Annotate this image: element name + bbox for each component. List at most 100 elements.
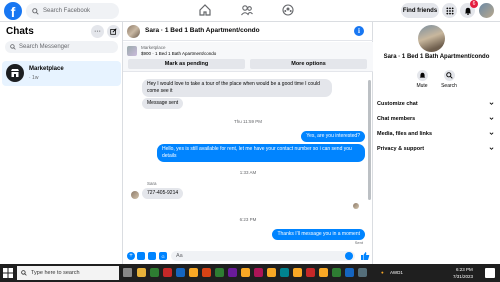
seen-avatar (353, 203, 359, 209)
incoming-message[interactable]: Hey I would love to take a tour of the p… (142, 79, 332, 97)
gif-icon[interactable]: G (159, 252, 167, 260)
message-status: Sent (354, 240, 363, 245)
chat-members-row[interactable]: Chat members (377, 113, 496, 125)
clock-time[interactable]: 6:23 PM (456, 267, 473, 272)
taskbar-search-placeholder: Type here to search (31, 270, 80, 276)
listing-label: Marketplace (141, 45, 166, 50)
facebook-search-input[interactable]: Search Facebook (26, 3, 119, 19)
task-view-icon[interactable] (123, 268, 132, 277)
row-label: Customize chat (377, 101, 418, 107)
taskbar-app-icon[interactable] (280, 268, 289, 277)
find-friends-button[interactable]: Find friends (401, 3, 439, 18)
new-message-button[interactable] (107, 25, 120, 38)
chats-title: Chats (6, 26, 34, 37)
message-thread: Hey I would love to take a tour of the p… (123, 73, 373, 247)
image-icon[interactable] (137, 252, 145, 260)
chrome-icon[interactable] (293, 268, 302, 277)
top-bar: f Search Facebook Find friends 6 (0, 0, 500, 22)
taskbar-search-input[interactable]: Type here to search (17, 266, 119, 280)
chrome-icon[interactable] (189, 268, 198, 277)
plus-icon[interactable]: + (127, 252, 135, 260)
chrome-icon[interactable] (241, 268, 250, 277)
search-label: Search (441, 83, 457, 89)
row-label: Privacy & support (377, 146, 425, 152)
media-files-links-row[interactable]: Media, files and links (377, 128, 496, 140)
taskbar-app-icon[interactable] (254, 268, 263, 277)
chat-timestamp: · 1w (29, 75, 39, 81)
menu-button[interactable] (442, 3, 457, 18)
taskbar-app-icon[interactable] (332, 268, 341, 277)
chats-panel: Chats ··· Search Messenger Marketplace ·… (0, 22, 123, 264)
thread-scrollbar[interactable] (368, 80, 371, 200)
messenger-search-input[interactable]: Search Messenger (5, 41, 118, 53)
message-input[interactable]: Aa (171, 251, 355, 261)
more-options-button[interactable]: More options (250, 59, 367, 69)
windows-start-icon[interactable] (3, 268, 13, 278)
more-icon: ··· (94, 28, 101, 35)
emoji-icon[interactable] (345, 252, 353, 260)
conversation-avatar[interactable] (127, 25, 140, 38)
message-timestamp: 1:33 AM (239, 170, 257, 175)
incoming-message[interactable]: 727-405-9214 (142, 188, 184, 199)
outgoing-message[interactable]: Hello, yes is still available for rent, … (157, 144, 365, 162)
account-avatar[interactable] (479, 3, 494, 18)
taskbar-app-icon[interactable] (306, 268, 315, 277)
taskbar-app-icon[interactable] (150, 268, 159, 277)
profile-avatar[interactable] (418, 25, 445, 52)
taskbar-app-icon[interactable] (345, 268, 354, 277)
info-panel: Sara · 1 Bed 1 Bath Apartment/condo Mute… (373, 22, 500, 264)
facebook-search-placeholder: Search Facebook (43, 8, 91, 14)
file-explorer-icon[interactable] (137, 268, 146, 277)
sender-name: Sara (147, 181, 157, 186)
windows-taskbar: Type here to search ● AWD1 6:23 PM 7/31/… (0, 264, 500, 282)
taskbar-app-icon[interactable] (358, 268, 367, 277)
message-composer: + G Aa (123, 248, 373, 264)
info-icon[interactable]: i (354, 26, 364, 36)
taskbar-app-icon[interactable] (163, 268, 172, 277)
weather-text[interactable]: AWD1 (390, 270, 403, 275)
chrome-icon[interactable] (267, 268, 276, 277)
chat-list-item-marketplace[interactable]: Marketplace · 1w (2, 61, 121, 86)
notification-badge: 6 (470, 0, 478, 8)
home-icon[interactable] (198, 3, 212, 17)
marketplace-listing-banner: Marketplace $900 · 1 Bed 1 Bath Apartmen… (123, 42, 373, 72)
listing-thumbnail[interactable] (127, 46, 137, 56)
row-label: Chat members (377, 116, 416, 122)
friends-icon[interactable] (240, 3, 254, 17)
messenger-search-placeholder: Search Messenger (19, 44, 70, 50)
taskbar-app-icon[interactable] (176, 268, 185, 277)
sender-avatar (131, 191, 139, 199)
mute-button[interactable]: Mute (410, 70, 434, 89)
privacy-support-row[interactable]: Privacy & support (377, 143, 496, 155)
chevron-down-icon (489, 132, 494, 135)
marketplace-icon (6, 64, 24, 82)
outgoing-message[interactable]: Thanks I’ll message you in a moment (272, 229, 365, 240)
chevron-down-icon (489, 147, 494, 150)
search-icon (32, 7, 39, 15)
row-label: Media, files and links (377, 131, 433, 137)
outgoing-message[interactable]: Yes, are you interested? (301, 131, 365, 142)
chrome-icon[interactable] (319, 268, 328, 277)
search-in-conversation-button[interactable]: Search (437, 70, 461, 89)
listing-price[interactable]: $900 · 1 Bed 1 Bath Apartment/condo (141, 51, 216, 56)
notification-center-icon[interactable] (485, 268, 495, 278)
sticker-icon[interactable] (148, 252, 156, 260)
weather-icon[interactable]: ● (381, 270, 384, 275)
bell-icon (464, 7, 471, 15)
clock-date[interactable]: 7/31/2023 (453, 274, 473, 279)
search-icon (10, 44, 16, 50)
chevron-down-icon (489, 117, 494, 120)
chevron-down-icon (489, 102, 494, 105)
taskbar-app-icon[interactable] (202, 268, 211, 277)
taskbar-app-icon[interactable] (215, 268, 224, 277)
facebook-logo-icon[interactable]: f (4, 2, 22, 20)
conversation-title[interactable]: Sara · 1 Bed 1 Bath Apartment/condo (145, 27, 260, 34)
taskbar-app-icon[interactable] (228, 268, 237, 277)
thumbs-up-icon[interactable] (360, 251, 370, 261)
customize-chat-row[interactable]: Customize chat (377, 98, 496, 110)
notifications-button[interactable]: 6 (460, 0, 478, 18)
incoming-message[interactable]: Message sent (142, 98, 184, 109)
mark-as-pending-button[interactable]: Mark as pending (128, 59, 245, 69)
chats-options-button[interactable]: ··· (91, 25, 104, 38)
groups-icon[interactable] (281, 3, 295, 17)
